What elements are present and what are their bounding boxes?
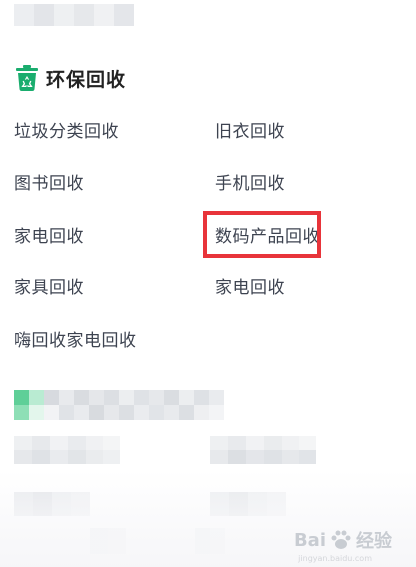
blurred-content-top: [14, 4, 134, 26]
link-phone-recycle[interactable]: 手机回收: [215, 172, 285, 196]
section-title: 环保回收: [46, 68, 127, 91]
link-old-clothes-recycle[interactable]: 旧衣回收: [215, 120, 285, 144]
blurred-section-header: [14, 390, 224, 420]
highlight-box: [203, 211, 321, 258]
section-header: 环保回收: [16, 64, 126, 92]
link-garbage-sorting-recycle[interactable]: 垃圾分类回收: [14, 120, 119, 144]
blurred-link-left-1: [14, 436, 120, 464]
watermark: Bai 经验: [294, 527, 392, 553]
watermark-brand-suffix: 经验: [356, 531, 392, 552]
watermark-sub: jingyan.baidu.com: [298, 554, 372, 563]
paw-icon: [329, 528, 353, 552]
link-appliance-recycle-2[interactable]: 家电回收: [215, 276, 285, 300]
link-hai-recycle-appliance[interactable]: 嗨回收家电回收: [14, 329, 137, 353]
link-furniture-recycle[interactable]: 家具回收: [14, 276, 84, 300]
link-books-recycle[interactable]: 图书回收: [14, 172, 84, 196]
recycle-bin-icon: [16, 65, 38, 91]
watermark-brand: Bai: [293, 529, 326, 551]
link-appliance-recycle[interactable]: 家电回收: [14, 225, 84, 249]
blurred-link-right-1: [210, 436, 316, 464]
